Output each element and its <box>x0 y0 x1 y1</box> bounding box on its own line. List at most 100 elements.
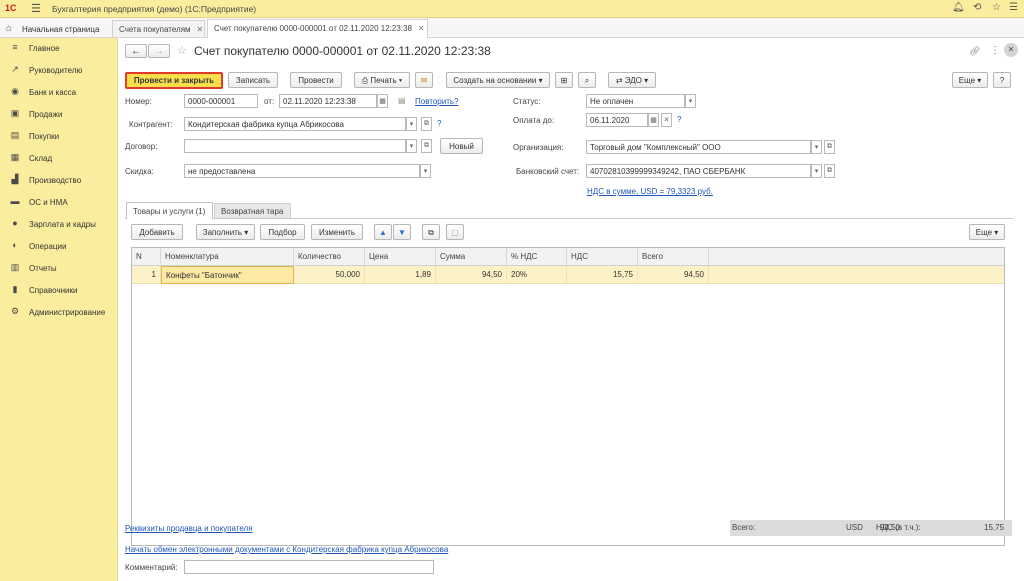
chevron-down-icon[interactable]: ▾ <box>811 140 822 154</box>
column-header[interactable]: НДС <box>567 248 638 266</box>
sidebar-item-main[interactable]: ≡ Главное <box>0 38 118 60</box>
fill-button[interactable]: Заполнить ▾ <box>196 224 255 240</box>
sum-cell[interactable]: 94,50 <box>436 266 507 284</box>
sidebar-item-sales[interactable]: ▣ Продажи <box>0 104 118 126</box>
select-button[interactable]: Подбор <box>260 224 305 240</box>
status-select[interactable]: Не оплачен <box>586 94 685 108</box>
column-header[interactable]: Количество <box>294 248 365 266</box>
sidebar-item-manager[interactable]: ↗ Руководителю <box>0 60 118 82</box>
copy-row-button[interactable]: ⧉ <box>422 224 440 240</box>
more-button[interactable]: Еще ▾ <box>952 72 988 88</box>
number-field[interactable]: 0000-000001 <box>184 94 258 108</box>
edo-exchange-link[interactable]: Начать обмен электронными документами с … <box>125 545 448 554</box>
help-question-icon[interactable]: ? <box>677 115 681 124</box>
add-row-button[interactable]: Добавить <box>131 224 183 240</box>
more-vertical-icon[interactable]: ⋮ <box>990 45 1000 56</box>
table-more-button[interactable]: Еще ▾ <box>969 224 1005 240</box>
calendar-icon[interactable]: ▦ <box>377 94 388 108</box>
sidebar-item-bank[interactable]: ◉ Банк и касса <box>0 82 118 104</box>
clear-icon[interactable]: ✕ <box>661 113 672 127</box>
column-header[interactable]: Всего <box>638 248 709 266</box>
sidebar-item-directories[interactable]: ▮ Справочники <box>0 280 118 302</box>
tab-invoices-list[interactable]: Счета покупателям ✕ <box>112 20 205 37</box>
tab-goods[interactable]: Товары и услуги (1) <box>126 202 213 219</box>
repeat-link[interactable]: Повторить? <box>415 97 459 106</box>
nomenclature-cell[interactable]: Конфеты "Батончик" <box>161 266 294 284</box>
sidebar-item-operations[interactable]: ◐ Операции <box>0 236 118 258</box>
main-menu-icon[interactable]: ☰ <box>31 2 41 15</box>
history-icon[interactable]: ⟲ <box>973 2 981 13</box>
quantity-cell[interactable]: 50,000 <box>294 266 365 284</box>
price-cell[interactable]: 1,89 <box>365 266 436 284</box>
date-field[interactable]: 02.11.2020 12:23:38 <box>279 94 377 108</box>
open-icon[interactable]: ⧉ <box>824 164 835 178</box>
column-header[interactable]: % НДС <box>507 248 567 266</box>
create-based-on-button[interactable]: Создать на основании ▾ <box>446 72 550 88</box>
sidebar-item-admin[interactable]: ⚙ Администрирование <box>0 302 118 324</box>
column-header[interactable]: N <box>132 248 161 266</box>
bank-account-field[interactable]: 40702810399999349242, ПАО СБЕРБАНК <box>586 164 811 178</box>
close-icon[interactable]: ✕ <box>197 25 204 34</box>
chevron-down-icon[interactable]: ▾ <box>406 117 417 131</box>
chevron-down-icon[interactable]: ▾ <box>420 164 431 178</box>
help-question-icon[interactable]: ? <box>437 119 441 128</box>
new-contract-button[interactable]: Новый <box>440 138 483 154</box>
column-header[interactable]: Цена <box>365 248 436 266</box>
close-icon[interactable]: ✕ <box>418 24 425 33</box>
save-button[interactable]: Записать <box>228 72 278 88</box>
open-icon[interactable]: ⧉ <box>824 140 835 154</box>
chevron-down-icon[interactable]: ▾ <box>811 164 822 178</box>
sidebar-item-purchases[interactable]: ▤ Покупки <box>0 126 118 148</box>
post-and-close-button[interactable]: Провести и закрыть <box>125 72 223 89</box>
column-header[interactable]: Номенклатура <box>161 248 294 266</box>
tab-invoice[interactable]: Счет покупателю 0000-000001 от 02.11.202… <box>207 19 428 38</box>
contract-field[interactable] <box>184 139 406 153</box>
close-form-icon[interactable]: ✕ <box>1004 43 1018 57</box>
post-button[interactable]: Провести <box>290 72 342 88</box>
sidebar-item-reports[interactable]: ▥ Отчеты <box>0 258 118 280</box>
open-icon[interactable]: ⧉ <box>421 117 432 131</box>
goods-table[interactable]: N Номенклатура Количество Цена Сумма % Н… <box>131 247 1005 546</box>
chevron-down-icon[interactable]: ▾ <box>685 94 696 108</box>
organization-field[interactable]: Торговый дом "Комплексный" ООО <box>586 140 811 154</box>
settings-menu-icon[interactable]: ☰ <box>1009 2 1018 13</box>
requisites-link[interactable]: Реквизиты продавца и покупателя <box>125 524 253 533</box>
print-button[interactable]: ⎙ Печать ▾ <box>354 72 410 88</box>
tab-home[interactable]: Начальная страница <box>22 25 99 34</box>
email-button[interactable]: ✉ <box>415 72 433 88</box>
sidebar-item-salary[interactable]: ● Зарплата и кадры <box>0 214 118 236</box>
attach-button[interactable]: ⌕ <box>578 72 596 88</box>
open-icon[interactable]: ⧉ <box>421 139 432 153</box>
help-button[interactable]: ? <box>993 72 1011 88</box>
vat-link[interactable]: НДС в сумме, USD = 79,3323 руб. <box>587 187 713 196</box>
tab-returnable-containers[interactable]: Возвратная тара <box>214 203 291 218</box>
discount-select[interactable]: не предоставлена <box>184 164 420 178</box>
move-down-button[interactable]: ▼ <box>393 224 411 240</box>
structure-button[interactable]: ⊞ <box>555 72 573 88</box>
bell-icon[interactable]: 🔔︎ <box>952 2 965 13</box>
edo-button[interactable]: ⇄ ЭДО ▾ <box>608 72 656 88</box>
pay-until-field[interactable]: 06.11.2020 <box>586 113 648 127</box>
star-icon[interactable]: ☆ <box>992 2 1001 13</box>
counterparty-field[interactable]: Кондитерская фабрика купца Абрикосова <box>184 117 406 131</box>
total-cell[interactable]: 94,50 <box>638 266 709 284</box>
paste-row-button[interactable]: ▢ <box>446 224 464 240</box>
back-button[interactable]: ← <box>125 44 147 58</box>
sidebar-item-assets[interactable]: ▬ ОС и НМА <box>0 192 118 214</box>
edo-label: ЭДО <box>624 76 642 85</box>
table-row[interactable]: 1 Конфеты "Батончик" 50,000 1,89 94,50 2… <box>132 266 1004 284</box>
comment-field[interactable] <box>184 560 434 574</box>
forward-button[interactable]: → <box>148 44 170 58</box>
vat-cell[interactable]: 15,75 <box>567 266 638 284</box>
move-up-button[interactable]: ▲ <box>374 224 392 240</box>
sidebar-item-production[interactable]: ▟ Производство <box>0 170 118 192</box>
vat-rate-cell[interactable]: 20% <box>507 266 567 284</box>
link-icon[interactable]: 🔗︎ <box>969 46 980 57</box>
home-icon[interactable]: ⌂ <box>6 23 12 34</box>
favorite-star-icon[interactable]: ☆ <box>177 44 187 57</box>
sidebar-item-warehouse[interactable]: ▦ Склад <box>0 148 118 170</box>
column-header[interactable]: Сумма <box>436 248 507 266</box>
calendar-icon[interactable]: ▦ <box>648 113 659 127</box>
chevron-down-icon[interactable]: ▾ <box>406 139 417 153</box>
change-button[interactable]: Изменить <box>311 224 363 240</box>
